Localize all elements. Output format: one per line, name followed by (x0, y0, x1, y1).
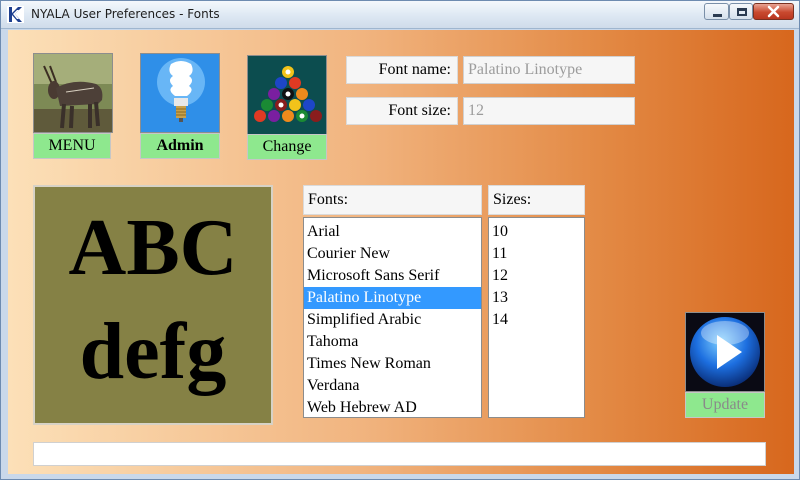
menu-button[interactable]: MENU (33, 133, 111, 159)
nyala-app-icon (7, 6, 24, 23)
maximize-icon (737, 8, 747, 16)
light-bulb-icon (141, 54, 219, 132)
list-item[interactable]: Arial (304, 221, 481, 243)
nyala-antelope-icon (34, 54, 112, 132)
list-item[interactable]: Verdana (304, 375, 481, 397)
menu-tile[interactable] (33, 53, 113, 133)
window-title: NYALA User Preferences - Fonts (31, 7, 220, 21)
sizes-list[interactable]: 10 11 12 13 14 (488, 217, 585, 418)
update-button[interactable]: Update (685, 392, 765, 418)
change-tile[interactable] (247, 55, 327, 135)
list-item[interactable]: 13 (489, 287, 584, 309)
list-item[interactable]: 10 (489, 221, 584, 243)
update-tile[interactable] (685, 312, 765, 392)
preview-uppercase: ABC (68, 204, 238, 292)
list-item[interactable]: 11 (489, 243, 584, 265)
billiard-balls-icon (248, 56, 326, 134)
preview-lowercase: defg (79, 308, 227, 396)
maximize-button[interactable] (729, 3, 753, 20)
play-icon (686, 313, 764, 391)
app-window: NYALA User Preferences - Fonts MENU Admi… (0, 0, 800, 480)
font-size-field[interactable]: 12 (463, 97, 635, 125)
admin-tile[interactable] (140, 53, 220, 133)
list-item[interactable]: Simplified Arabic (304, 309, 481, 331)
list-item[interactable]: Times New Roman (304, 353, 481, 375)
minimize-button[interactable] (704, 3, 729, 20)
fonts-list[interactable]: Arial Courier New Microsoft Sans Serif P… (303, 217, 482, 418)
close-button[interactable] (753, 3, 794, 20)
list-item[interactable]: Courier New (304, 243, 481, 265)
font-preview: ABC defg (33, 185, 273, 425)
list-item[interactable]: Tahoma (304, 331, 481, 353)
list-item[interactable]: 12 (489, 265, 584, 287)
title-bar[interactable]: NYALA User Preferences - Fonts (1, 1, 799, 29)
admin-button[interactable]: Admin (140, 133, 220, 159)
client-area: MENU Admin Change Font name: Palatino Li… (8, 30, 794, 474)
list-item[interactable]: Microsoft Sans Serif (304, 265, 481, 287)
list-item[interactable]: Web Hebrew AD (304, 397, 481, 419)
close-icon (767, 5, 780, 18)
font-name-label: Font name: (346, 56, 458, 84)
change-button[interactable]: Change (247, 134, 327, 160)
fonts-header: Fonts: (303, 185, 482, 215)
minimize-icon (713, 14, 722, 17)
list-item[interactable]: 14 (489, 309, 584, 331)
list-item-selected[interactable]: Palatino Linotype (304, 287, 481, 309)
font-name-field[interactable]: Palatino Linotype (463, 56, 635, 84)
status-bar (33, 442, 766, 466)
font-size-label: Font size: (346, 97, 458, 125)
sizes-header: Sizes: (488, 185, 585, 215)
